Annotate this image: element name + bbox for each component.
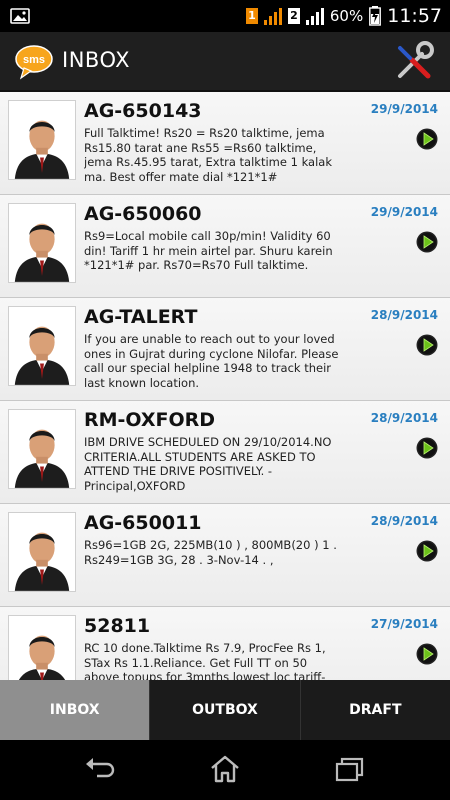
play-arrow-icon[interactable] <box>416 231 438 253</box>
avatar <box>8 203 76 283</box>
play-arrow-icon[interactable] <box>416 540 438 562</box>
play-arrow-icon[interactable] <box>416 334 438 356</box>
tab-inbox[interactable]: INBOX <box>0 680 151 740</box>
bottom-tabs: INBOX OUTBOX DRAFT <box>0 680 450 740</box>
play-arrow-icon[interactable] <box>416 437 438 459</box>
message-sender: RM-OXFORD <box>84 409 216 431</box>
message-date: 29/9/2014 <box>370 102 438 116</box>
message-body: Rs9=Local mobile call 30p/min! Validity … <box>84 229 333 272</box>
notification-area <box>10 6 30 30</box>
tab-label: INBOX <box>49 702 100 718</box>
tab-draft[interactable]: DRAFT <box>300 680 450 740</box>
page-title: INBOX <box>62 48 131 72</box>
message-sender: AG-650060 <box>84 203 202 225</box>
message-sender: 52811 <box>84 615 151 637</box>
message-date: 29/9/2014 <box>370 205 438 219</box>
avatar <box>8 409 76 489</box>
play-arrow-icon[interactable] <box>416 643 438 665</box>
message-body: IBM DRIVE SCHEDULED ON 29/10/2014.NO CRI… <box>84 435 332 493</box>
message-row[interactable]: AG-650143 29/9/2014 Full Talktime! Rs20 … <box>0 92 450 195</box>
battery-percent: 60% <box>329 7 364 25</box>
message-date: 28/9/2014 <box>370 514 438 528</box>
sms-logo-icon: sms <box>15 45 53 80</box>
message-date: 27/9/2014 <box>370 617 438 631</box>
message-list[interactable]: AG-650143 29/9/2014 Full Talktime! Rs20 … <box>0 92 450 680</box>
sim2-signal-icon <box>305 7 324 25</box>
app-header: sms INBOX <box>0 32 450 92</box>
message-body: RC 10 done.Talktime Rs 7.9, ProcFee Rs 1… <box>84 641 326 680</box>
avatar <box>8 615 76 680</box>
battery-charging-icon <box>369 6 382 26</box>
tab-outbox[interactable]: OUTBOX <box>150 680 301 740</box>
message-row[interactable]: AG-650060 29/9/2014 Rs9=Local mobile cal… <box>0 195 450 298</box>
tab-label: DRAFT <box>349 702 402 718</box>
system-nav-bar <box>0 740 450 800</box>
status-bar: 1 2 60% 11:57 <box>0 0 450 32</box>
sms-logo-text: sms <box>23 54 45 66</box>
message-body: Full Talktime! Rs20 = Rs20 talktime, jem… <box>84 126 332 184</box>
message-date: 28/9/2014 <box>370 411 438 425</box>
message-sender: AG-TALERT <box>84 306 198 328</box>
sim2-badge: 2 <box>287 8 300 24</box>
tools-icon[interactable] <box>392 40 436 84</box>
play-arrow-icon[interactable] <box>416 128 438 150</box>
message-row[interactable]: 52811 27/9/2014 RC 10 done.Talktime Rs 7… <box>0 607 450 680</box>
tab-label: OUTBOX <box>192 702 258 718</box>
sim1-badge: 1 <box>245 8 258 24</box>
back-icon[interactable] <box>83 754 117 784</box>
avatar <box>8 512 76 592</box>
message-sender: AG-650011 <box>84 512 202 534</box>
recent-apps-icon[interactable] <box>333 754 367 784</box>
message-row[interactable]: RM-OXFORD 28/9/2014 IBM DRIVE SCHEDULED … <box>0 401 450 504</box>
sim1-signal-icon <box>263 7 282 25</box>
home-icon[interactable] <box>208 754 242 784</box>
message-body: Rs96=1GB 2G, 225MB(10 ) , 800MB(20 ) 1 .… <box>84 538 337 567</box>
avatar <box>8 306 76 386</box>
message-sender: AG-650143 <box>84 100 202 122</box>
message-row[interactable]: AG-650011 28/9/2014 Rs96=1GB 2G, 225MB(1… <box>0 504 450 607</box>
notification-photo-icon <box>10 8 30 24</box>
message-date: 28/9/2014 <box>370 308 438 322</box>
clock: 11:57 <box>387 5 442 27</box>
avatar <box>8 100 76 180</box>
message-row[interactable]: AG-TALERT 28/9/2014 If you are unable to… <box>0 298 450 401</box>
message-body: If you are unable to reach out to your l… <box>84 332 339 390</box>
